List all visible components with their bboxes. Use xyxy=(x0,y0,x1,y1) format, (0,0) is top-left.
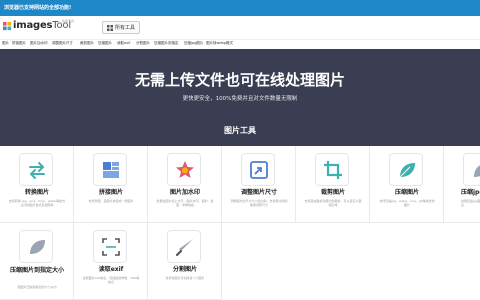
crop-icon xyxy=(324,161,342,179)
grid-icon xyxy=(107,25,113,31)
tool-title: 裁剪图片 xyxy=(320,189,345,196)
logo-main-text: images xyxy=(13,20,53,31)
hero-subtitle: 更快更安全，100%免费并且对文件数量无限制 xyxy=(182,96,298,102)
tool-desc: 支持长图、多图片拼接成一张图片 xyxy=(88,199,134,203)
nav-item[interactable]: 拼接图片 xyxy=(12,41,26,46)
tool-card-convert[interactable]: 转换图片 支持转换 jpg、png、bmp、webp等格式之间的图片格式互相转换 xyxy=(0,146,74,223)
nav-item[interactable]: 图片转webp格式 xyxy=(206,41,233,46)
tool-icon-box xyxy=(241,153,275,186)
all-tools-button[interactable]: 所有工具 xyxy=(102,21,140,34)
tool-card-stitch[interactable]: 拼接图片 支持长图、多图片拼接成一张图片 xyxy=(74,146,148,223)
nav-item[interactable]: 图片 xyxy=(2,41,9,46)
nav-item[interactable]: 调整图片尺寸 xyxy=(52,41,73,46)
nav-item[interactable]: 图片加水印 xyxy=(30,41,48,46)
tool-desc: 把图片压缩到指定的大小以内 xyxy=(17,285,57,289)
compress-size-leaf-icon xyxy=(30,240,45,254)
nav-item[interactable]: 压缩jpg图片 xyxy=(184,41,203,46)
tool-desc: 支持压缩jpg、webp、png、gif等格式的图片 xyxy=(379,199,435,207)
tool-title: 分割图片 xyxy=(172,266,197,273)
tool-icon-box xyxy=(19,230,53,263)
tool-icon-box xyxy=(93,153,127,186)
all-tools-label: 所有工具 xyxy=(115,25,136,31)
compress-jpg-leaf-icon xyxy=(474,165,480,177)
hero-section: 无需上传文件也可在线处理图片 更快更安全，100%免费并且对文件数量无限制 图片… xyxy=(0,49,480,146)
tool-icon-box xyxy=(19,153,53,186)
logo-icon xyxy=(3,22,12,31)
tool-desc: 批量压缩jpg图片并去除exif信息 xyxy=(461,199,480,207)
tool-card-compress-size[interactable]: 压缩图片到指定大小 把图片压缩到指定的大小以内 xyxy=(0,223,74,300)
site-header: imagesTool 在线工具 所有工具 xyxy=(0,16,480,40)
convert-arrows-icon xyxy=(29,162,45,179)
tool-icon-box xyxy=(167,230,201,263)
tools-grid: 转换图片 支持转换 jpg、png、bmp、webp等格式之间的图片格式互相转换… xyxy=(0,146,480,300)
resize-icon xyxy=(250,161,268,179)
stitch-layout-icon xyxy=(103,162,119,178)
tool-icon-box xyxy=(93,230,127,263)
nav-item[interactable]: 裁剪图片 xyxy=(80,41,94,46)
nav-item[interactable]: 压缩图片 xyxy=(98,41,112,46)
tool-card-exif[interactable]: 读取exif 读取图片exif信息，包括拍摄参数、GPS等信息 xyxy=(74,223,148,300)
tool-icon-box xyxy=(463,153,480,186)
knife-icon xyxy=(175,239,193,257)
tool-title: 压缩jpg并去除exif xyxy=(461,189,480,196)
tool-desc: 支持自由裁剪和按比例裁剪，可以自定义裁剪区域 xyxy=(304,199,362,207)
tool-card-split[interactable]: 分割图片 支持将图片分割成多个小图片 xyxy=(148,223,222,300)
nav-item[interactable]: 压缩图片到指定 xyxy=(154,41,179,46)
scan-frame-icon xyxy=(102,238,120,256)
compress-leaf-icon xyxy=(399,163,415,178)
tool-title: 压缩图片到指定大小 xyxy=(9,267,64,274)
watermark-star-icon xyxy=(176,161,194,178)
tool-title: 调整图片尺寸 xyxy=(240,189,277,196)
tool-desc: 支持转换 jpg、png、bmp、webp等格式之间的图片格式互相转换 xyxy=(8,199,66,207)
logo-subtitle: 在线工具 xyxy=(62,19,75,23)
tool-icon-box xyxy=(167,153,201,186)
hero-title: 无需上传文件也可在线处理图片 xyxy=(134,71,345,89)
tool-card-crop[interactable]: 裁剪图片 支持自由裁剪和按比例裁剪，可以自定义裁剪区域 xyxy=(296,146,370,223)
tool-desc: 支持将图片分割成多个小图片 xyxy=(165,276,205,280)
tool-card-watermark[interactable]: 图片加水印 批量给图片加上文字、图片水印，保护、批量、简单快捷 xyxy=(148,146,222,223)
section-title: 图片工具 xyxy=(224,126,256,135)
tool-desc: 调整图片的尺寸大小和比例，支持按比例和像素调整尺寸 xyxy=(230,199,288,207)
top-banner: 浏览器已支持网站的全部功能! xyxy=(0,0,480,16)
tool-icon-box xyxy=(389,153,423,186)
tool-title: 压缩图片 xyxy=(394,189,419,196)
tool-title: 读取exif xyxy=(98,266,124,273)
tool-title: 转换图片 xyxy=(24,189,49,196)
tool-card-compress-jpg[interactable]: 压缩jpg并去除exif 批量压缩jpg图片并去除exif信息 xyxy=(444,146,480,223)
tool-title: 拼接图片 xyxy=(98,189,123,196)
nav-item[interactable]: 分割图片 xyxy=(136,41,150,46)
tool-card-resize[interactable]: 调整图片尺寸 调整图片的尺寸大小和比例，支持按比例和像素调整尺寸 xyxy=(222,146,296,223)
tool-card-compress[interactable]: 压缩图片 支持压缩jpg、webp、png、gif等格式的图片 xyxy=(370,146,444,223)
tool-icon-box xyxy=(315,153,349,186)
tool-desc: 批量给图片加上文字、图片水印，保护、批量、简单快捷 xyxy=(156,199,214,207)
nav-item[interactable]: 读取exif xyxy=(117,41,130,46)
tool-title: 图片加水印 xyxy=(169,189,200,196)
tool-desc: 读取图片exif信息，包括拍摄参数、GPS等信息 xyxy=(82,276,140,284)
